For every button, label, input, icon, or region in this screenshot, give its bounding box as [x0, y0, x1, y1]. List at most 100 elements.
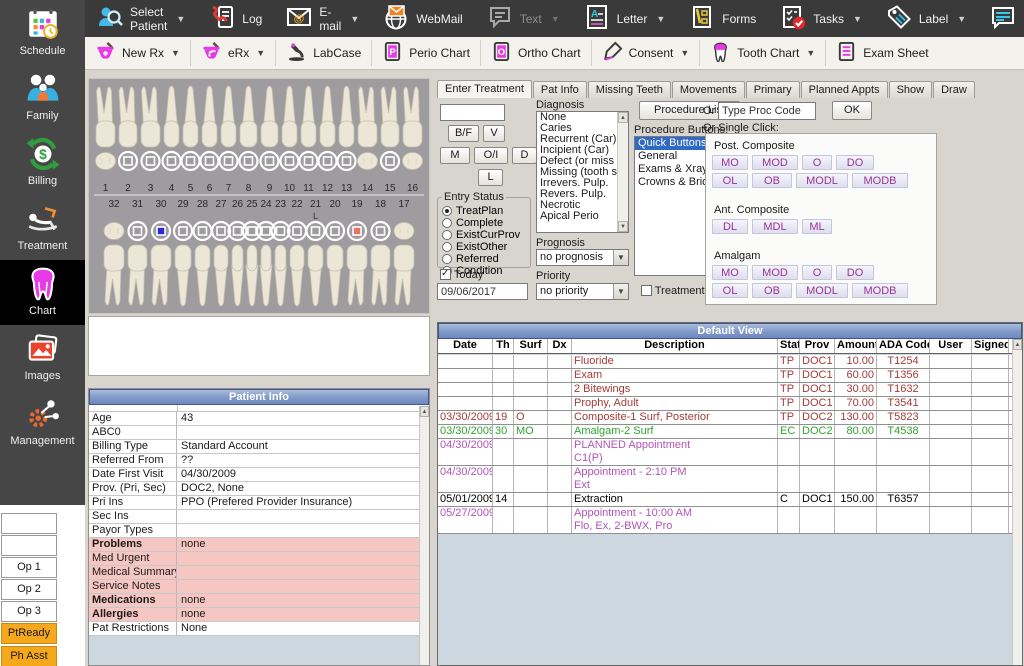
surface-button-l[interactable]: L — [478, 169, 503, 186]
scroll-up-arrow[interactable]: ▲ — [618, 112, 628, 123]
quick-button-amalgam-o[interactable]: O — [802, 265, 832, 280]
quick-button-post-composite-modb[interactable]: MODB — [852, 173, 908, 188]
toolbar-button-popups[interactable]: Popups — [978, 0, 1024, 37]
chevron-down-icon[interactable]: ▼ — [176, 14, 185, 24]
procedure-row[interactable]: 2 BitewingsTPDOC130.00T1632 — [438, 383, 1012, 397]
chevron-down-icon[interactable]: ▼ — [806, 48, 815, 58]
diagnosis-item-caries[interactable]: Caries — [537, 123, 617, 134]
column-header-surf[interactable]: Surf — [514, 339, 548, 353]
operatory-button-op-2[interactable]: Op 2 — [1, 579, 57, 600]
operatory-button-op-3[interactable]: Op 3 — [1, 601, 57, 622]
tab-enter-treatment[interactable]: Enter Treatment — [437, 80, 532, 98]
quick-button-post-composite-mod[interactable]: MOD — [752, 155, 798, 170]
chart-note-box[interactable] — [88, 316, 430, 376]
diagnosis-listbox[interactable]: NoneCariesRecurrent (Car)Incipient (Car)… — [536, 111, 629, 233]
toolbar-button-letter[interactable]: ALetter▼ — [572, 0, 678, 37]
toolbar-button-tooth-chart[interactable]: Tooth Chart▼ — [700, 37, 825, 69]
toolbar-button-consent[interactable]: Consent▼ — [592, 37, 700, 69]
sidebar-item-family[interactable]: Family — [0, 65, 85, 130]
procedure-row[interactable]: Prophy, AdultTPDOC170.00T3541 — [438, 397, 1012, 411]
tab-show[interactable]: Show — [889, 81, 933, 98]
toolbar-button-new-rx[interactable]: New Rx▼ — [85, 37, 190, 69]
toolbar-button-webmail[interactable]: WebMail — [371, 0, 474, 37]
quick-button-amalgam-ol[interactable]: OL — [712, 283, 748, 298]
procedure-row[interactable]: 05/27/2009Appointment - 10:00 AMFlo, Ex,… — [438, 507, 1012, 534]
toolbar-button-e-mail[interactable]: @E-mail▼ — [274, 0, 371, 37]
toolbar-button-erx[interactable]: eRx▼ — [191, 37, 275, 69]
quick-button-post-composite-do[interactable]: DO — [836, 155, 874, 170]
column-header-user[interactable]: User — [930, 339, 972, 353]
toolbar-button-labcase[interactable]: LabCase — [276, 37, 371, 69]
sidebar-item-management[interactable]: Management — [0, 390, 85, 455]
tab-missing-teeth[interactable]: Missing Teeth — [588, 81, 671, 98]
radio-icon[interactable] — [442, 242, 452, 252]
quick-button-post-composite-ol[interactable]: OL — [712, 173, 748, 188]
chevron-down-icon[interactable]: ▼ — [613, 284, 628, 299]
column-header-dx[interactable]: Dx — [548, 339, 572, 353]
procedure-row[interactable]: 03/30/200919OComposite-1 Surf, Posterior… — [438, 411, 1012, 425]
scroll-up-arrow[interactable]: ▲ — [420, 406, 429, 417]
quick-button-ant-composite-dl[interactable]: DL — [712, 219, 748, 234]
tab-movements[interactable]: Movements — [672, 81, 745, 98]
column-header-signed[interactable]: Signed — [972, 339, 1009, 353]
sidebar-item-images[interactable]: Images — [0, 325, 85, 390]
sidebar-item-billing[interactable]: $Billing — [0, 130, 85, 195]
entry-status-radio-treatplan[interactable]: TreatPlan — [442, 205, 526, 217]
chevron-down-icon[interactable]: ▼ — [957, 14, 966, 24]
quick-button-amalgam-modb[interactable]: MODB — [852, 283, 908, 298]
prognosis-dropdown[interactable]: no prognosis▼ — [536, 249, 629, 266]
diagnosis-item-recurrent-car[interactable]: Recurrent (Car) — [537, 134, 617, 145]
surface-button-v[interactable]: V — [483, 125, 505, 142]
scroll-up-arrow[interactable]: ▲ — [1013, 339, 1022, 350]
diagnosis-item-none[interactable]: None — [537, 112, 617, 123]
patient-info-scrollbar[interactable]: ▲ — [419, 406, 429, 665]
surface-button-m[interactable]: M — [440, 147, 470, 164]
chevron-down-icon[interactable]: ▼ — [613, 250, 628, 265]
procedure-row[interactable]: 04/30/2009Appointment - 2:10 PMExt — [438, 466, 1012, 493]
radio-icon[interactable] — [442, 230, 452, 240]
chevron-down-icon[interactable]: ▼ — [853, 14, 862, 24]
quick-button-ant-composite-ml[interactable]: ML — [802, 219, 832, 234]
radio-icon[interactable] — [442, 218, 452, 228]
quick-button-post-composite-mo[interactable]: MO — [712, 155, 748, 170]
chevron-down-icon[interactable]: ▼ — [680, 48, 689, 58]
status-button-ph-asst[interactable]: Ph Asst — [1, 646, 57, 666]
procedure-row[interactable]: ExamTPDOC160.00T1356 — [438, 369, 1012, 383]
procedure-row[interactable]: 03/30/200930MOAmalgam-2 SurfECDOC280.00T… — [438, 425, 1012, 439]
quick-button-ant-composite-mdl[interactable]: MDL — [752, 219, 798, 234]
tab-draw[interactable]: Draw — [933, 81, 975, 98]
toolbar-button-exam-sheet[interactable]: Exam Sheet — [826, 37, 938, 69]
diagnosis-item-revers-pulp[interactable]: Revers. Pulp. — [537, 189, 617, 200]
procedure-row[interactable]: FluorideTPDOC110.00T1254 — [438, 355, 1012, 369]
column-header-th[interactable]: Th — [493, 339, 514, 353]
entry-status-radio-referred[interactable]: Referred — [442, 253, 526, 265]
today-checkbox[interactable]: Today — [440, 269, 483, 281]
radio-icon[interactable] — [442, 206, 452, 216]
diagnosis-item-necrotic[interactable]: Necrotic — [537, 200, 617, 211]
chevron-down-icon[interactable]: ▼ — [256, 48, 265, 58]
toolbar-button-perio-chart[interactable]: PPerio Chart — [372, 37, 480, 69]
entry-status-radio-complete[interactable]: Complete — [442, 217, 526, 229]
ok-button[interactable]: OK — [832, 101, 872, 120]
toolbar-button-select-patient[interactable]: Select Patient▼ — [85, 0, 197, 37]
toolbar-button-tasks[interactable]: Tasks▼ — [768, 0, 874, 37]
tab-pat-info[interactable]: Pat Info — [533, 81, 587, 98]
chevron-down-icon[interactable]: ▼ — [656, 14, 665, 24]
operatory-button-empty[interactable] — [1, 513, 57, 534]
radio-icon[interactable] — [442, 254, 452, 264]
toolbar-button-forms[interactable]: Forms — [677, 0, 768, 37]
column-header-description[interactable]: Description — [572, 339, 778, 353]
chevron-down-icon[interactable]: ▼ — [551, 14, 560, 24]
entry-status-radio-existother[interactable]: ExistOther — [442, 241, 526, 253]
chevron-down-icon[interactable]: ▼ — [350, 14, 359, 24]
operatory-button-empty[interactable] — [1, 535, 57, 556]
column-header-ada-code[interactable]: ADA Code — [877, 339, 930, 353]
diagnosis-scrollbar[interactable]: ▲ ▼ — [617, 112, 628, 232]
toolbar-button-ortho-chart[interactable]: OOrtho Chart — [481, 37, 591, 69]
column-header-date[interactable]: Date — [438, 339, 493, 353]
diagnosis-item-irrevers-pulp[interactable]: Irrevers. Pulp. — [537, 178, 617, 189]
surface-button-bf[interactable]: B/F — [448, 125, 479, 142]
status-button-ptready[interactable]: PtReady — [1, 623, 57, 644]
surface-entry-input[interactable] — [440, 104, 505, 121]
quick-button-amalgam-mo[interactable]: MO — [712, 265, 748, 280]
